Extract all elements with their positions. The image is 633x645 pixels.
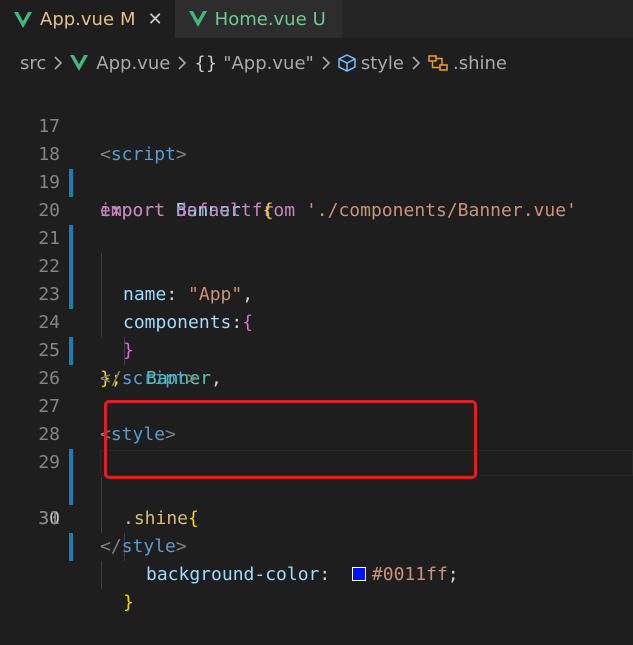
token: </ <box>100 536 122 557</box>
token: background-color <box>146 564 320 585</box>
code-line: 21 components:{ <box>0 197 633 333</box>
indent-guide <box>101 561 102 589</box>
token: .shine <box>123 508 189 529</box>
code-line: 24 }; <box>0 281 633 389</box>
code-line: 27 <style> <box>0 365 633 445</box>
modified-gutter-marker <box>69 533 73 561</box>
code-line: 17 <script> <box>0 85 633 165</box>
line-content: .shine{ <box>123 505 199 533</box>
token: } <box>123 592 134 613</box>
breadcrumb-file[interactable]: App.vue <box>70 53 170 74</box>
code-line: 23 } <box>0 253 633 361</box>
vue-icon <box>188 11 207 27</box>
vue-icon <box>14 11 32 28</box>
chevron-right-icon <box>54 56 63 70</box>
code-line: 26 <box>0 337 633 389</box>
code-line: 25 </script> <box>0 309 633 389</box>
token: style <box>121 536 176 557</box>
untracked-badge: U <box>312 8 326 30</box>
token: { <box>188 508 199 529</box>
breadcrumb-section-label: style <box>360 52 404 74</box>
token: : <box>319 564 331 585</box>
tab-home-vue[interactable]: Home.vue U <box>174 0 342 38</box>
cube-icon <box>338 54 356 72</box>
breadcrumb: src App.vue {} "App.vue" style .shine <box>0 45 633 81</box>
breadcrumb-file-label: App.vue <box>96 52 171 74</box>
tab-label: Home.vue <box>214 8 307 30</box>
token: > <box>175 536 187 557</box>
breadcrumb-selector-label: .shine <box>452 52 507 74</box>
token: #0011ff <box>371 564 448 585</box>
breadcrumb-section[interactable]: style <box>338 53 404 74</box>
line-content: } <box>123 589 134 617</box>
line-content: </style> <box>100 533 187 561</box>
chevron-right-icon <box>178 56 187 70</box>
code-line: 18 import Banner from './components/Bann… <box>0 113 633 221</box>
line-content: background-color: #0011ff; <box>146 561 459 589</box>
chevron-right-icon <box>322 56 330 70</box>
modified-badge: M <box>120 9 136 30</box>
close-icon[interactable]: ✕ <box>148 9 163 30</box>
tab-app-vue[interactable]: App.vue M ✕ <box>0 0 175 38</box>
breadcrumb-component-label: "App.vue" <box>223 52 314 74</box>
color-swatch[interactable] <box>351 566 366 581</box>
breadcrumb-selector[interactable]: .shine <box>428 53 507 74</box>
chevron-right-icon <box>412 56 420 70</box>
braces-icon: {} <box>194 52 218 74</box>
breadcrumb-folder[interactable]: src <box>20 53 46 74</box>
code-line: 22 Banner, <box>0 225 633 389</box>
code-line: 31 </style> <box>0 477 633 557</box>
code-line: 19 export default { <box>0 141 633 221</box>
code-line: 20 name: "App", <box>0 169 633 305</box>
indent-guide <box>101 505 102 533</box>
tab-label: App.vue <box>40 9 115 30</box>
vue-icon <box>70 55 89 71</box>
symbol-structure-icon <box>428 54 448 72</box>
tab-bar: App.vue M ✕ Home.vue U <box>0 0 633 38</box>
code-editor[interactable]: 17 <script> 18 import Banner from './com… <box>0 85 633 613</box>
line-number: 31 <box>38 508 60 529</box>
token: ; <box>447 564 459 585</box>
annotation-highlight-box <box>104 400 477 479</box>
breadcrumb-component[interactable]: {} "App.vue" <box>194 53 314 74</box>
